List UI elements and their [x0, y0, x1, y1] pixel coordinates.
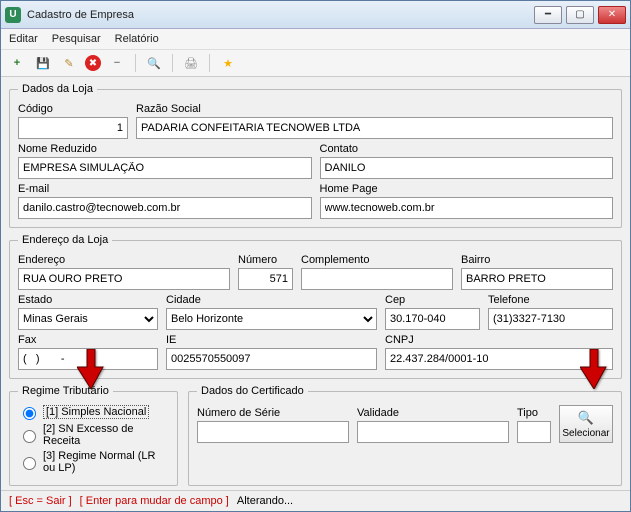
regime-group: Regime Tributário [1] Simples Nacional [… [9, 385, 178, 486]
cep-field[interactable] [385, 308, 480, 330]
nome-reduzido-label: Nome Reduzido [18, 143, 312, 155]
regime-legend: Regime Tributário [18, 385, 113, 397]
fax-field[interactable] [18, 348, 158, 370]
ie-label: IE [166, 334, 377, 346]
menu-relatorio[interactable]: Relatório [115, 33, 159, 45]
numero-label: Número [238, 254, 293, 266]
endereco-label: Endereço [18, 254, 230, 266]
contato-field[interactable] [320, 157, 614, 179]
delete-icon[interactable]: ✖ [85, 55, 101, 71]
status-mode: Alterando... [237, 495, 293, 507]
cert-validade-field[interactable] [357, 421, 509, 443]
star-icon[interactable]: ★ [218, 53, 238, 73]
dados-loja-group: Dados da Loja Código Razão Social Nome R… [9, 83, 622, 228]
bairro-label: Bairro [461, 254, 613, 266]
cidade-label: Cidade [166, 294, 377, 306]
cnpj-label: CNPJ [385, 334, 613, 346]
endereco-field[interactable] [18, 268, 230, 290]
cep-label: Cep [385, 294, 480, 306]
email-field[interactable] [18, 197, 312, 219]
add-icon[interactable]: + [7, 53, 27, 73]
status-esc: [ Esc = Sair ] [9, 495, 72, 507]
regime-opt1[interactable]: [1] Simples Nacional [18, 404, 169, 420]
homepage-label: Home Page [320, 183, 614, 195]
regime-radio-2[interactable] [23, 430, 36, 443]
estado-select[interactable]: Minas Gerais [18, 308, 158, 330]
regime-opt3[interactable]: [3] Regime Normal (LR ou LP) [18, 450, 169, 474]
window-title: Cadastro de Empresa [27, 9, 530, 21]
estado-label: Estado [18, 294, 158, 306]
close-button[interactable]: ✕ [598, 6, 626, 24]
regime-opt2[interactable]: [2] SN Excesso de Receita [18, 423, 169, 447]
razao-field[interactable] [136, 117, 613, 139]
selecionar-button[interactable]: 🔍 Selecionar [559, 405, 613, 443]
regime-opt3-label: [3] Regime Normal (LR ou LP) [43, 450, 169, 474]
regime-radio-3[interactable] [23, 457, 36, 470]
certificado-group: Dados do Certificado Número de Série Val… [188, 385, 622, 486]
edit-icon[interactable]: ✎ [59, 53, 79, 73]
menu-editar[interactable]: Editar [9, 33, 38, 45]
razao-label: Razão Social [136, 103, 613, 115]
email-label: E-mail [18, 183, 312, 195]
menubar: Editar Pesquisar Relatório [1, 29, 630, 50]
cnpj-field[interactable] [385, 348, 613, 370]
contato-label: Contato [320, 143, 614, 155]
fax-label: Fax [18, 334, 158, 346]
ie-field[interactable] [166, 348, 377, 370]
endereco-legend: Endereço da Loja [18, 234, 112, 246]
regime-radio-1[interactable] [23, 407, 36, 420]
telefone-label: Telefone [488, 294, 613, 306]
regime-opt2-label: [2] SN Excesso de Receita [43, 423, 169, 447]
certificado-legend: Dados do Certificado [197, 385, 308, 397]
selecionar-label: Selecionar [562, 428, 609, 439]
complemento-field[interactable] [301, 268, 453, 290]
nome-reduzido-field[interactable] [18, 157, 312, 179]
cert-numero-label: Número de Série [197, 407, 349, 419]
codigo-field[interactable] [18, 117, 128, 139]
toolbar-separator [135, 54, 136, 72]
titlebar: U Cadastro de Empresa ━ ▢ ✕ [1, 1, 630, 29]
homepage-field[interactable] [320, 197, 614, 219]
search-icon[interactable]: 🔍 [144, 53, 164, 73]
magnifier-icon: 🔍 [578, 410, 594, 426]
telefone-field[interactable] [488, 308, 613, 330]
status-enter: [ Enter para mudar de campo ] [80, 495, 229, 507]
minus-icon[interactable]: − [107, 53, 127, 73]
app-icon: U [5, 7, 21, 23]
toolbar-separator [172, 54, 173, 72]
dados-loja-legend: Dados da Loja [18, 83, 97, 95]
complemento-label: Complemento [301, 254, 453, 266]
maximize-button[interactable]: ▢ [566, 6, 594, 24]
cert-tipo-label: Tipo [517, 407, 551, 419]
toolbar: + 💾 ✎ ✖ − 🔍 🖨 ★ [1, 50, 630, 77]
statusbar: [ Esc = Sair ] [ Enter para mudar de cam… [1, 490, 630, 511]
toolbar-separator [209, 54, 210, 72]
codigo-label: Código [18, 103, 128, 115]
cert-tipo-field[interactable] [517, 421, 551, 443]
print-icon[interactable]: 🖨 [181, 53, 201, 73]
menu-pesquisar[interactable]: Pesquisar [52, 33, 101, 45]
save-icon[interactable]: 💾 [33, 53, 53, 73]
endereco-group: Endereço da Loja Endereço Número Complem… [9, 234, 622, 379]
cert-numero-field[interactable] [197, 421, 349, 443]
regime-opt1-label: [1] Simples Nacional [43, 405, 149, 419]
numero-field[interactable] [238, 268, 293, 290]
cert-validade-label: Validade [357, 407, 509, 419]
cidade-select[interactable]: Belo Horizonte [166, 308, 377, 330]
bairro-field[interactable] [461, 268, 613, 290]
minimize-button[interactable]: ━ [534, 6, 562, 24]
